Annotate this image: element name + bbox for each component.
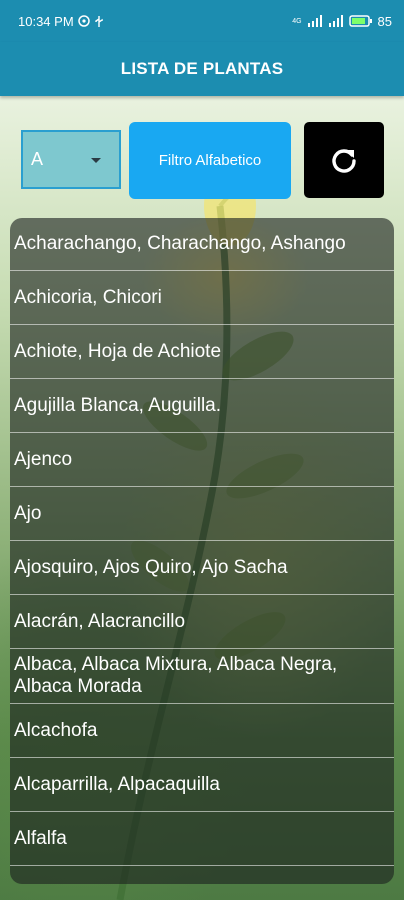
list-item[interactable]: Achiote, Hoja de Achiote (10, 325, 394, 379)
letter-select-value: A (31, 149, 44, 169)
refresh-button[interactable] (304, 122, 384, 198)
list-item[interactable]: Agujilla Blanca, Auguilla. (10, 379, 394, 433)
dropdown-arrow-icon (91, 158, 101, 163)
page-title: LISTA DE PLANTAS (120, 59, 284, 78)
list-item[interactable]: Albaca, Albaca Mixtura, Albaca Negra, Al… (10, 649, 394, 704)
list-item-label: Albaca, Albaca Mixtura, Albaca Negra, Al… (14, 654, 338, 697)
list-item[interactable]: Ajo (10, 487, 394, 541)
status-time: 10:34 PM (18, 13, 74, 29)
signal-icon-2 (328, 15, 343, 27)
list-item-label: Alcachofa (14, 719, 98, 741)
filter-button-label: Filtro Alfabetico (158, 152, 262, 169)
list-item-label: Alcaparrilla, Alpacaquilla (14, 773, 220, 795)
list-item-label: Ajosquiro, Ajos Quiro, Ajo Sacha (14, 556, 288, 578)
refresh-icon (332, 149, 356, 173)
list-item-label: Acharachango, Charachango, Ashango (14, 233, 346, 254)
signal-icon-1 (307, 15, 322, 27)
letter-select[interactable]: A (21, 130, 121, 189)
status-bar: 10:34 PM 4G 85 (0, 0, 404, 42)
list-item[interactable]: Ajenco (10, 433, 394, 487)
battery-icon (348, 15, 372, 27)
list-item[interactable]: Alfalfa (10, 812, 394, 866)
list-item-label: Achicoria, Chicori (14, 286, 162, 308)
list-item[interactable]: Alacrán, Alacrancillo (10, 595, 394, 649)
list-item[interactable]: Alcachofa (10, 704, 394, 758)
list-item-label: Achiote, Hoja de Achiote (14, 340, 222, 362)
filter-alphabetic-button[interactable]: Filtro Alfabetico (129, 122, 291, 199)
network-type-label: 4G (292, 17, 302, 25)
list-item-label: Alacrán, Alacrancillo (14, 610, 186, 632)
usb-icon (94, 15, 103, 27)
list-item-label: Ajenco (14, 448, 73, 470)
list-item[interactable]: Acharachango, Charachango, Ashango (10, 218, 394, 271)
battery-percent: 85 (377, 13, 392, 29)
list-item-label: Agujilla Blanca, Auguilla. (14, 394, 222, 416)
plant-list[interactable]: Acharachango, Charachango, Ashango Achic… (10, 218, 394, 884)
list-item[interactable]: Ajosquiro, Ajos Quiro, Ajo Sacha (10, 541, 394, 595)
list-item-label: Alfalfa (14, 827, 67, 849)
list-item-label: Ajo (14, 502, 42, 524)
app-bar: LISTA DE PLANTAS (0, 42, 404, 96)
app-notification-icon (77, 15, 90, 27)
list-item[interactable]: Achicoria, Chicori (10, 271, 394, 325)
list-item[interactable]: Alcaparrilla, Alpacaquilla (10, 758, 394, 812)
